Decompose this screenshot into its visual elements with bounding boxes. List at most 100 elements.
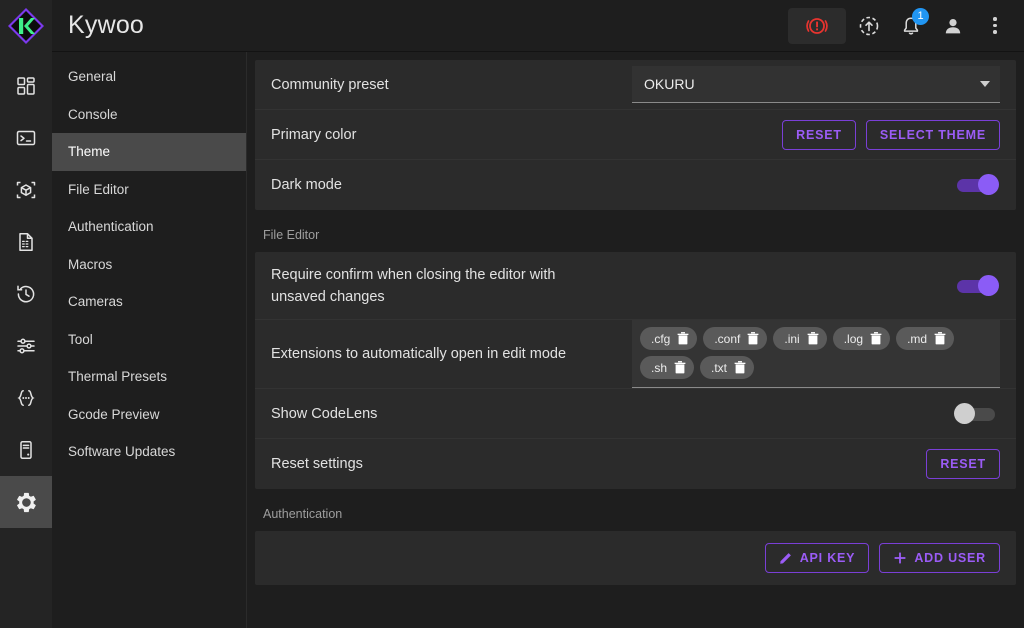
sidebar-item-tool[interactable]: Tool [52,321,246,359]
app-logo[interactable] [0,0,52,52]
extension-chip[interactable]: .sh [640,356,694,379]
trash-icon[interactable] [677,332,689,345]
row-primary-color: Primary color RESET SELECT THEME [255,110,1016,160]
extension-chip-label: .cfg [651,332,670,346]
sidebar-item-thermal-presets[interactable]: Thermal Presets [52,358,246,396]
sidebar-item-label: Theme [68,144,110,159]
notification-badge: 1 [912,8,929,25]
rail-item-macros[interactable] [0,372,52,424]
extension-chip[interactable]: .txt [700,356,754,379]
sidebar-item-label: Macros [68,257,112,272]
sidebar-item-cameras[interactable]: Cameras [52,283,246,321]
extension-chip[interactable]: .md [896,327,954,350]
sidebar-item-general[interactable]: General [52,58,246,96]
file-editor-card: Require confirm when closing the editor … [255,252,1016,489]
codelens-toggle[interactable] [954,403,1000,425]
reset-settings-button[interactable]: RESET [926,449,1000,479]
api-key-button[interactable]: API KEY [765,543,870,573]
cube-scan-icon [15,179,37,201]
account-button[interactable] [934,9,972,43]
extension-chip[interactable]: .cfg [640,327,697,350]
reset-settings-label: Reset settings [271,453,926,475]
sidebar-item-console[interactable]: Console [52,96,246,134]
sidebar-item-theme[interactable]: Theme [52,133,246,171]
file-document-icon [15,231,37,253]
extension-chip-label: .conf [714,332,740,346]
kywoo-diamond-logo-icon [7,7,45,45]
extension-chip-label: .log [844,332,863,346]
trash-icon[interactable] [807,332,819,345]
sidebar-item-authentication[interactable]: Authentication [52,208,246,246]
terminal-icon [15,127,37,149]
codelens-label: Show CodeLens [271,403,954,425]
extension-chip[interactable]: .log [833,327,890,350]
trash-icon[interactable] [674,361,686,374]
extension-chip-label: .md [907,332,927,346]
person-icon [942,15,964,37]
update-arrow-icon [858,15,880,37]
sidebar-item-label: Cameras [68,294,123,309]
authentication-section-title: Authentication [247,489,1024,531]
rail-item-dashboard[interactable] [0,60,52,112]
require-confirm-toggle[interactable] [954,275,1000,297]
rail-item-history[interactable] [0,268,52,320]
extension-chip[interactable]: .conf [703,327,767,350]
extensions-input[interactable]: .cfg .conf .ini [632,320,1000,388]
theme-card: Community preset OKURU Primary color RES… [255,60,1016,210]
emergency-stop-button[interactable] [788,8,846,44]
sidebar-item-file-editor[interactable]: File Editor [52,171,246,209]
rail-item-console[interactable] [0,112,52,164]
body: General Console Theme File Editor Authen… [0,52,1024,628]
row-dark-mode: Dark mode [255,160,1016,210]
sidebar-item-software-updates[interactable]: Software Updates [52,433,246,471]
select-theme-button[interactable]: SELECT THEME [866,120,1000,150]
sidebar-item-gcode-preview[interactable]: Gcode Preview [52,396,246,434]
trash-icon[interactable] [734,361,746,374]
emergency-stop-icon [804,13,830,39]
rail-item-tune[interactable] [0,320,52,372]
code-braces-icon [15,387,37,409]
top-bar-actions: 1 [788,8,1024,44]
extension-chip[interactable]: .ini [773,327,826,350]
sidebar-item-label: General [68,69,116,84]
sidebar-item-macros[interactable]: Macros [52,246,246,284]
sidebar-item-label: Tool [68,332,93,347]
rail-item-3d-view[interactable] [0,164,52,216]
community-preset-select[interactable]: OKURU [632,66,1000,103]
extension-chip-label: .ini [784,332,799,346]
row-authentication-actions: API KEY ADD USER [255,531,1016,585]
dark-mode-label: Dark mode [271,174,954,196]
pencil-icon [779,551,793,565]
add-user-label: ADD USER [914,551,986,565]
toggle-thumb [978,174,999,195]
extension-chip-label: .txt [711,361,727,375]
sidebar-item-label: File Editor [68,182,129,197]
more-vertical-icon [993,17,997,34]
rail-item-files[interactable] [0,216,52,268]
toggle-thumb [978,275,999,296]
notifications-button[interactable]: 1 [892,9,930,43]
rail-item-hardware[interactable] [0,424,52,476]
row-reset-settings: Reset settings RESET [255,439,1016,489]
history-clock-icon [15,283,37,305]
settings-nav: General Console Theme File Editor Authen… [52,52,247,628]
trash-icon[interactable] [934,332,946,345]
add-user-button[interactable]: ADD USER [879,543,1000,573]
row-extensions: Extensions to automatically open in edit… [255,320,1016,389]
toggle-thumb [954,403,975,424]
overflow-menu-button[interactable] [976,9,1014,43]
update-manager-button[interactable] [850,9,888,43]
file-editor-section-title: File Editor [247,210,1024,252]
trash-icon[interactable] [870,332,882,345]
rail-item-settings[interactable] [0,476,52,528]
api-key-label: API KEY [800,551,856,565]
top-bar: Kywoo [0,0,1024,52]
sidebar-item-label: Gcode Preview [68,407,160,422]
trash-icon[interactable] [747,332,759,345]
sliders-icon [15,335,37,357]
extensions-label: Extensions to automatically open in edit… [271,343,632,365]
primary-color-reset-button[interactable]: RESET [782,120,856,150]
settings-scroll-area[interactable]: Community preset OKURU Primary color RES… [247,52,1024,628]
row-community-preset: Community preset OKURU [255,60,1016,110]
dark-mode-toggle[interactable] [954,174,1000,196]
